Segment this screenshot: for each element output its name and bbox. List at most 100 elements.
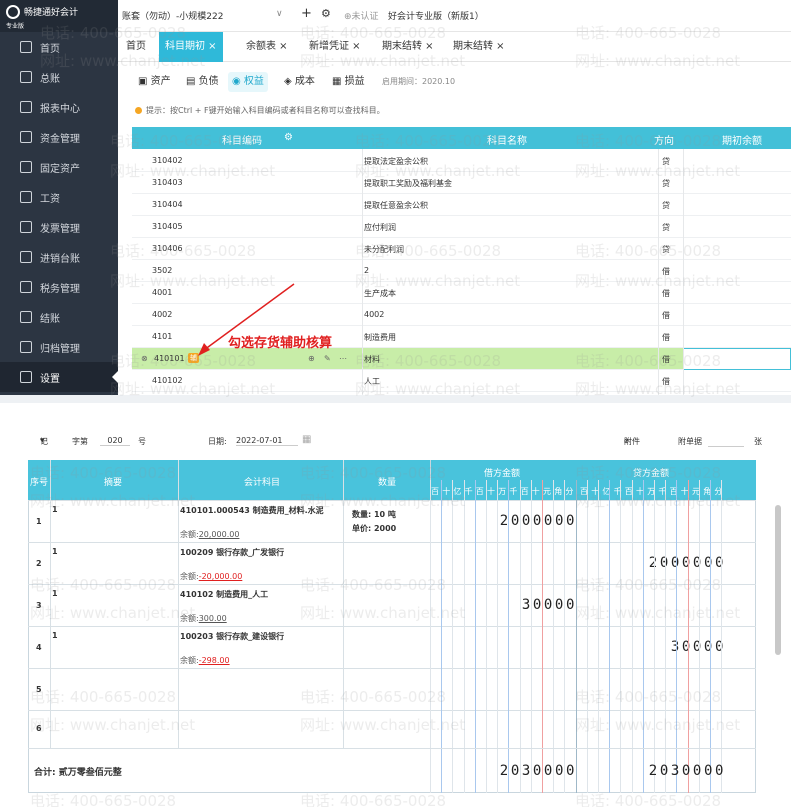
subject-table-header: 科目编码 ⚙ 科目名称 方向 期初余额 — [132, 127, 791, 149]
panel-divider — [0, 395, 791, 403]
sidebar-item-4[interactable]: 资金管理 — [0, 122, 118, 152]
voucher-row[interactable]: 5 — [28, 668, 756, 710]
subject-code: 4101 — [152, 332, 173, 341]
chevron-down-icon[interactable]: ∨ — [276, 9, 283, 19]
sidebar-item-11[interactable]: 归档管理 — [0, 332, 118, 362]
balance-value: -298.00 — [198, 656, 230, 665]
subtab-equity[interactable]: ◉ 权益 — [228, 72, 268, 92]
sidebar-item-7[interactable]: 发票管理 — [0, 212, 118, 242]
sidebar-item-12[interactable]: 设置 — [0, 362, 118, 392]
gear-icon — [20, 371, 32, 383]
row-unit-price[interactable]: 单价: 2000 — [352, 523, 396, 534]
calendar-icon[interactable]: ▦ — [302, 434, 311, 445]
voucher-no-input[interactable]: 020 — [100, 436, 130, 446]
attachment-count-input[interactable] — [708, 446, 744, 447]
category-tabs: ▣ 资产 ▤ 负债 ◉ 权益 ◈ 成本 ▦ 损益 启用期间：2020.10 — [130, 70, 790, 94]
screenshot-root: 畅捷通好会计 专业版 首页 总账 报表中心 资金管理 固定资产 工资 发票管理 进销台账 税务管… — [0, 0, 791, 807]
header-quantity: 数量 — [378, 478, 397, 488]
tab-period-end-1[interactable]: 期末结转 × — [382, 32, 434, 62]
subject-name: 材料 — [364, 355, 380, 364]
subject-code: 310404 — [152, 200, 183, 209]
line-name — [362, 149, 363, 395]
subtab-pnl[interactable]: ▦ 损益 — [328, 72, 369, 92]
tab-home[interactable]: 首页 — [126, 32, 146, 62]
voucher-type[interactable]: 记 ▾ — [40, 436, 48, 446]
row-account[interactable]: 100209 银行存款_广发银行 — [180, 547, 284, 558]
header-seq: 序号 — [29, 478, 48, 488]
row-account[interactable]: 410101.000543 制造费用_材料.水泥 — [180, 505, 324, 516]
subject-row[interactable]: 310402 提取法定盈余公积 贷 — [132, 150, 791, 172]
subtab-assets[interactable]: ▣ 资产 — [134, 72, 175, 92]
opening-period: 启用期间：2020.10 — [382, 77, 456, 86]
sidebar-item-8[interactable]: 进销台账 — [0, 242, 118, 272]
row-quantity[interactable]: 数量: 10 吨 — [352, 509, 396, 520]
row-summary[interactable]: 1 — [52, 505, 58, 514]
voucher-row[interactable]: 3 1 410102 制造费用_人工 余额:300.00 30000 — [28, 584, 756, 626]
subtab-liabilities[interactable]: ▤ 负债 — [182, 72, 223, 92]
row-account[interactable]: 100203 银行存款_建设银行 — [180, 631, 284, 642]
balance-value: 20,000.00 — [198, 530, 240, 539]
edit-icon[interactable]: ✎ — [324, 354, 331, 363]
sidebar-item-1[interactable]: 首页 — [0, 32, 118, 62]
subject-row[interactable]: 310405 应付利润 贷 — [132, 216, 791, 238]
digit-line — [463, 480, 465, 793]
archive-icon — [20, 341, 32, 353]
sidebar-item-label: 归档管理 — [40, 343, 80, 355]
subject-code: 4001 — [152, 288, 173, 297]
add-icon[interactable]: ⊕ — [308, 354, 315, 363]
tab-subject-opening[interactable]: 科目期初 × — [159, 32, 223, 62]
search-hint: 提示：按Ctrl + F键开始输入科目编码或者科目名称可以查找科目。 — [135, 105, 385, 116]
sidebar-item-2[interactable]: 总账 — [0, 62, 118, 92]
row-summary[interactable]: 1 — [52, 589, 58, 598]
gear-icon[interactable]: ⚙ — [284, 132, 293, 143]
header-debit: 借方金额 — [484, 469, 521, 479]
digit-line — [609, 480, 611, 793]
subject-row[interactable]: 310404 提取任意盈余公积 贷 — [132, 194, 791, 216]
total-debit: 2030000 — [499, 763, 577, 779]
add-button[interactable]: + — [301, 6, 312, 21]
digit-line — [430, 480, 431, 793]
sidebar-item-label: 进销台账 — [40, 253, 80, 265]
ledger-icon — [20, 71, 32, 83]
subtab-cost[interactable]: ◈ 成本 — [280, 72, 319, 92]
voucher-scrollbar[interactable] — [775, 505, 781, 655]
voucher-row[interactable]: 1 1 410101.000543 制造费用_材料.水泥 余额:20,000.00 数量… — [28, 500, 756, 542]
header-direction: 方向 — [654, 136, 674, 147]
remove-icon[interactable]: ⊗ — [141, 354, 148, 363]
subject-direction: 借 — [662, 377, 670, 386]
digit-label: 千 — [464, 487, 473, 496]
sidebar-item-5[interactable]: 固定资产 — [0, 152, 118, 182]
tab-balance-sheet[interactable]: 余额表 × — [246, 32, 288, 62]
tab-period-end-2[interactable]: 期末结转 × — [453, 32, 505, 62]
subject-row[interactable]: 310403 提取职工奖励及福利基金 贷 — [132, 172, 791, 194]
subject-row[interactable]: 310406 未分配利润 贷 — [132, 238, 791, 260]
row-summary[interactable]: 1 — [52, 547, 58, 556]
more-icon[interactable]: ⋯ — [339, 354, 347, 363]
date-input[interactable]: 2022-07-01 — [236, 436, 298, 446]
digit-line — [452, 480, 454, 793]
row-debit-amount[interactable]: 2000000 — [500, 513, 577, 529]
row-seq: 4 — [36, 643, 42, 652]
gear-icon[interactable]: ⚙ — [321, 7, 331, 20]
row-summary[interactable]: 1 — [52, 631, 58, 640]
balance-input[interactable] — [683, 348, 791, 370]
date-label: 日期: — [208, 437, 227, 446]
voucher-row[interactable]: 6 — [28, 710, 756, 746]
logo-edition: 专业版 — [6, 23, 25, 30]
account-selector[interactable]: 账套（勿动）-小规模222 — [122, 9, 223, 22]
sidebar-item-9[interactable]: 税务管理 — [0, 272, 118, 302]
sidebar-item-10[interactable]: 结账 — [0, 302, 118, 332]
sidebar-item-6[interactable]: 工资 — [0, 182, 118, 212]
cert-status: ⊕未认证 — [344, 12, 379, 22]
row-seq: 1 — [36, 517, 42, 526]
subject-code: 3502 — [152, 266, 173, 275]
row-seq: 6 — [36, 724, 42, 733]
sidebar: 畅捷通好会计 专业版 首页 总账 报表中心 资金管理 固定资产 工资 发票管理 进销台账 税务管… — [0, 0, 118, 395]
sidebar-item-3[interactable]: 报表中心 — [0, 92, 118, 122]
row-account[interactable]: 410102 制造费用_人工 — [180, 589, 268, 600]
voucher-table-header: 序号 摘要 会计科目 数量 借方金额 贷方金额 百十亿千百十万千百十元角分百十亿… — [28, 460, 756, 500]
voucher-row[interactable]: 41100203 银行存款_建设银行余额:-298.0030000 — [28, 626, 756, 668]
subject-row[interactable]: 410102 人工 借 — [132, 370, 791, 392]
tab-new-voucher[interactable]: 新增凭证 × — [309, 32, 361, 62]
voucher-row[interactable]: 21100209 银行存款_广发银行余额:-20,000.002000000 — [28, 542, 756, 584]
